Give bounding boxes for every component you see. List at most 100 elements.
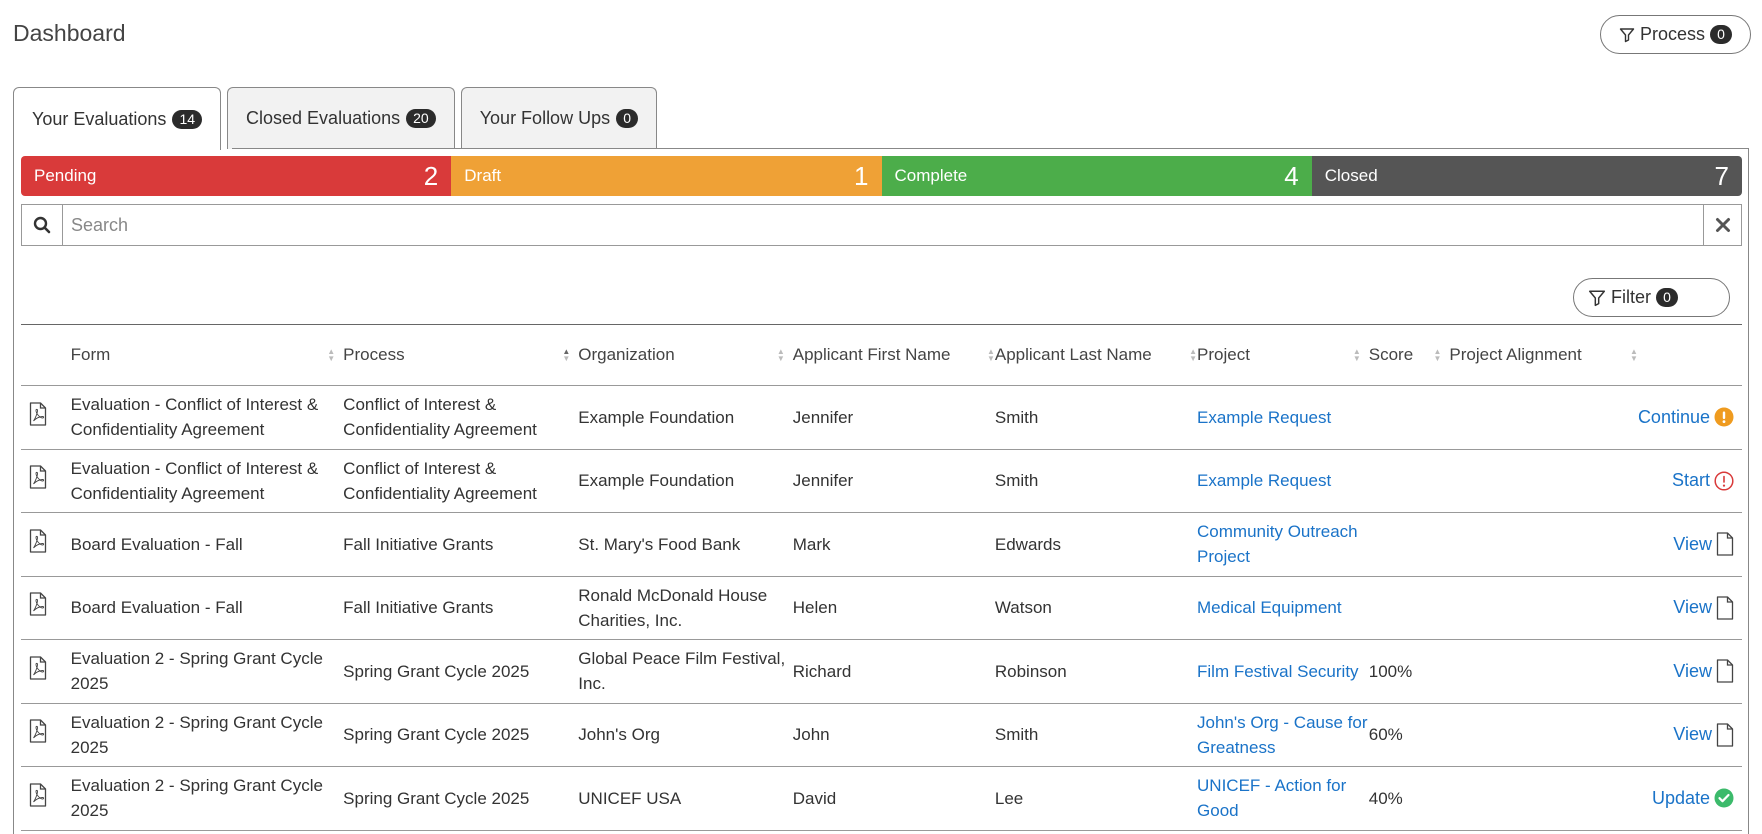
row-action-link[interactable]: View bbox=[1673, 595, 1712, 620]
cell-form: Board Evaluation - Fall bbox=[70, 512, 344, 577]
pdf-icon[interactable] bbox=[21, 449, 71, 513]
pdf-icon[interactable] bbox=[21, 512, 71, 577]
status-draft[interactable]: Draft 1 bbox=[451, 156, 882, 196]
column-header-first-name[interactable]: Applicant First Name ▲ ▼ bbox=[792, 324, 995, 386]
document-icon bbox=[1716, 659, 1734, 683]
tab-your-follow-ups[interactable]: Your Follow Ups 0 bbox=[460, 87, 658, 149]
cell-last-name: Edwards bbox=[994, 512, 1198, 577]
cell-organization: St. Mary's Food Bank bbox=[578, 512, 793, 577]
cell-alignment bbox=[1449, 576, 1638, 640]
project-link[interactable]: John's Org - Cause for Greatness bbox=[1197, 713, 1367, 757]
status-label: Complete bbox=[894, 166, 968, 185]
cell-last-name: Smith bbox=[994, 703, 1198, 767]
table-row[interactable]: Evaluation - Conflict of Interest & Conf… bbox=[21, 449, 1742, 513]
table-row[interactable]: Evaluation - Conflict of Interest & Conf… bbox=[21, 385, 1742, 450]
cell-score: 40% bbox=[1368, 766, 1450, 831]
table-row[interactable]: Evaluation 2 - Spring Grant Cycle 2025 S… bbox=[21, 703, 1742, 767]
column-header-organization[interactable]: Organization ▲ ▼ bbox=[578, 324, 793, 386]
status-summary-bar: Pending 2 Draft 1 Complete 4 Closed 7 bbox=[21, 156, 1742, 196]
tab-closed-evaluations[interactable]: Closed Evaluations 20 bbox=[227, 87, 455, 149]
pdf-icon[interactable] bbox=[21, 639, 71, 704]
column-header-form[interactable]: Form ▲ ▼ bbox=[70, 324, 344, 386]
row-action-link[interactable]: View bbox=[1673, 659, 1712, 684]
pdf-icon[interactable] bbox=[21, 385, 71, 450]
cell-first-name: Jennifer bbox=[792, 449, 995, 513]
project-link[interactable]: Medical Equipment bbox=[1197, 598, 1342, 617]
clear-search-icon[interactable] bbox=[1703, 205, 1741, 245]
pdf-icon[interactable] bbox=[21, 703, 71, 767]
status-pending[interactable]: Pending 2 bbox=[21, 156, 452, 196]
document-icon bbox=[1716, 723, 1734, 747]
row-action-link[interactable]: Continue bbox=[1638, 405, 1710, 430]
cell-form: Evaluation - Conflict of Interest & Conf… bbox=[70, 385, 344, 450]
tab-count-badge: 14 bbox=[172, 109, 203, 129]
warning-outline-icon bbox=[1714, 471, 1734, 491]
cell-action: Start bbox=[1637, 449, 1742, 513]
header-icon-col bbox=[21, 324, 71, 386]
row-action-link[interactable]: Update bbox=[1652, 786, 1710, 811]
column-header-process[interactable]: Process ▲ ▼ bbox=[343, 324, 579, 386]
search-icon bbox=[22, 205, 63, 245]
tab-count-badge: 20 bbox=[406, 109, 436, 128]
cell-project: John's Org - Cause for Greatness bbox=[1197, 703, 1369, 767]
tab-count-badge: 0 bbox=[616, 109, 639, 128]
status-count: 4 bbox=[1284, 160, 1299, 191]
status-label: Pending bbox=[34, 166, 97, 185]
cell-organization: Global Peace Film Festival, Inc. bbox=[578, 639, 793, 704]
search-input[interactable] bbox=[63, 205, 1703, 245]
cell-organization: Example Foundation bbox=[578, 385, 793, 450]
cell-form: Evaluation - Conflict of Interest & Conf… bbox=[70, 449, 344, 513]
cell-process: Spring Grant Cycle 2025 bbox=[343, 639, 579, 704]
cell-first-name: John bbox=[792, 703, 995, 767]
cell-last-name: Watson bbox=[994, 576, 1198, 640]
sort-ascending-icon: ▲ ▼ bbox=[562, 347, 571, 363]
tab-label: Closed Evaluations bbox=[246, 108, 401, 128]
project-link[interactable]: Film Festival Security bbox=[1197, 662, 1359, 681]
filter-button[interactable]: Filter 0 bbox=[1573, 278, 1730, 317]
row-action-link[interactable]: View bbox=[1673, 532, 1712, 557]
column-header-label: Score bbox=[1368, 345, 1414, 364]
status-label: Draft bbox=[464, 166, 502, 185]
cell-project: Community Outreach Project bbox=[1197, 512, 1369, 577]
column-header-label: Form bbox=[70, 345, 111, 364]
process-filter-button[interactable]: Process 0 bbox=[1600, 15, 1751, 54]
cell-alignment bbox=[1449, 512, 1638, 577]
sort-icon: ▲ ▼ bbox=[986, 347, 995, 363]
evaluation-tabs: Your Evaluations 14 Closed Evaluations 2… bbox=[13, 87, 658, 150]
document-icon bbox=[1716, 532, 1734, 556]
status-closed[interactable]: Closed 7 bbox=[1311, 156, 1742, 196]
project-link[interactable]: Example Request bbox=[1197, 408, 1331, 427]
cell-process: Fall Initiative Grants bbox=[343, 576, 579, 640]
pdf-icon[interactable] bbox=[21, 576, 71, 640]
cell-organization: Ronald McDonald House Charities, Inc. bbox=[578, 576, 793, 640]
status-complete[interactable]: Complete 4 bbox=[881, 156, 1312, 196]
cell-first-name: David bbox=[792, 766, 995, 831]
table-row[interactable]: Board Evaluation - Fall Fall Initiative … bbox=[21, 512, 1742, 577]
table-row[interactable]: Evaluation 2 - Spring Grant Cycle 2025 S… bbox=[21, 766, 1742, 831]
project-link[interactable]: Example Request bbox=[1197, 471, 1331, 490]
row-action-link[interactable]: Start bbox=[1672, 468, 1710, 493]
column-header-score[interactable]: Score ▲ ▼ bbox=[1368, 324, 1450, 386]
table-row[interactable]: Evaluation 2 - Spring Grant Cycle 2025 S… bbox=[21, 639, 1742, 704]
cell-action: Continue bbox=[1637, 385, 1742, 450]
cell-score bbox=[1368, 449, 1450, 513]
cell-process: Conflict of Interest & Confidentiality A… bbox=[343, 449, 579, 513]
cell-score bbox=[1368, 512, 1450, 577]
row-action-link[interactable]: View bbox=[1673, 722, 1712, 747]
table-header-row: Form ▲ ▼ Process ▲ ▼ Organization ▲ ▼ Applican… bbox=[21, 324, 1742, 386]
column-header-label: Project bbox=[1197, 345, 1250, 364]
tab-your-evaluations[interactable]: Your Evaluations 14 bbox=[13, 87, 222, 150]
cell-form: Evaluation 2 - Spring Grant Cycle 2025 bbox=[70, 766, 344, 831]
search-bar bbox=[21, 204, 1742, 246]
project-link[interactable]: Community Outreach Project bbox=[1197, 522, 1358, 566]
project-link[interactable]: UNICEF - Action for Good bbox=[1197, 776, 1346, 820]
column-header-project[interactable]: Project ▲ ▼ bbox=[1197, 324, 1369, 386]
column-header-last-name[interactable]: Applicant Last Name ▲ ▼ bbox=[994, 324, 1198, 386]
cell-organization: John's Org bbox=[578, 703, 793, 767]
column-header-label: Process bbox=[343, 345, 405, 364]
pdf-icon[interactable] bbox=[21, 766, 71, 831]
table-row[interactable]: Board Evaluation - Fall Fall Initiative … bbox=[21, 576, 1742, 640]
cell-alignment bbox=[1449, 385, 1638, 450]
status-count: 2 bbox=[423, 160, 439, 191]
column-header-alignment[interactable]: Project Alignment ▲ ▼ bbox=[1449, 324, 1638, 386]
